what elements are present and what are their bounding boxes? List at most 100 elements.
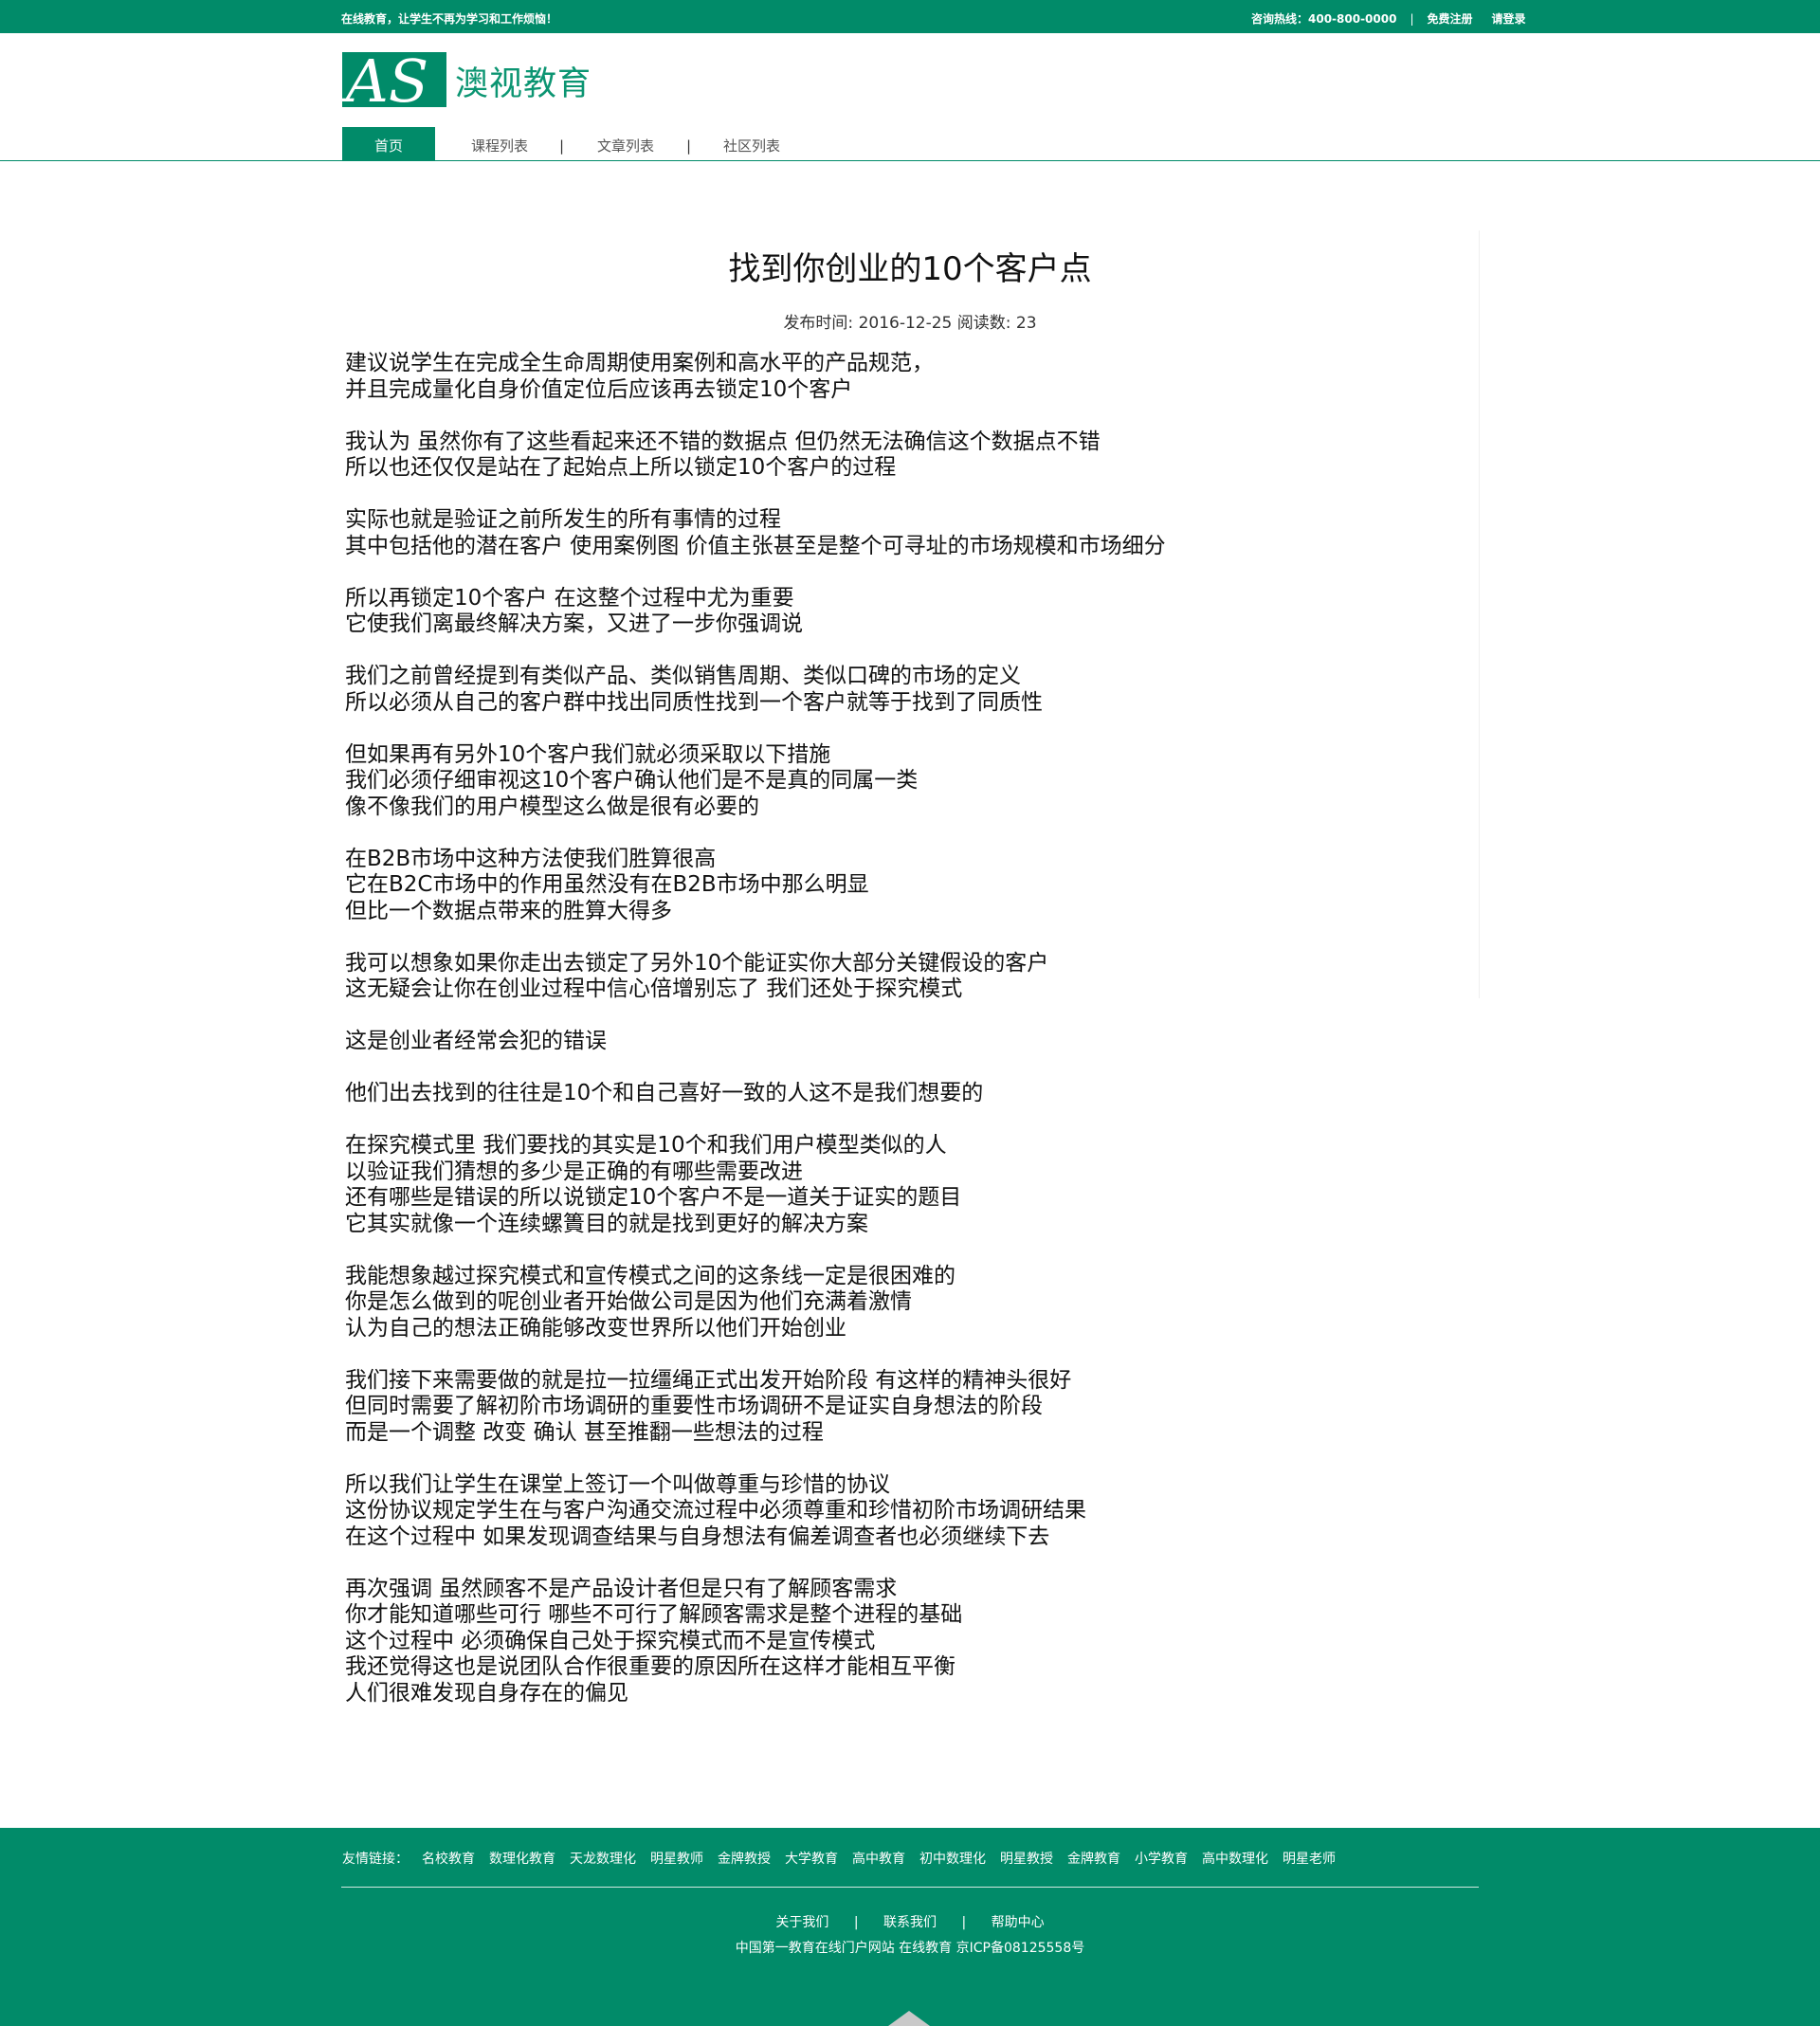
article-line: 在探究模式里 我们要找的其实是10个和我们用户模型类似的人 [345,1133,947,1158]
article-line: 这是创业者经常会犯的错误 [345,1029,607,1053]
as-monogram-icon[interactable]: AS [342,52,446,107]
article-line: 我认为 虽然你有了这些看起来还不错的数据点 但仍然无法确信这个数据点不错 [345,429,1101,454]
hotline: 咨询热线：400-800-0000 [1251,12,1397,26]
friend-link[interactable]: 明星教授 [1000,1849,1053,1868]
footer: 友情链接： 名校教育 数理化教育 天龙数理化 明星教师 金牌教授 大学教育 高中教育 初中数理… [0,1828,1820,2026]
article-line: 但比一个数据点带来的胜算大得多 [345,898,672,923]
friend-link[interactable]: 明星教师 [650,1849,703,1868]
article-paragraph: 所以再锁定10个客户 在这整个过程中尤为重要 它使我们离最终解决方案，又进了一步你… [345,586,1473,638]
article-line: 我可以想象如果你走出去锁定了另外10个能证实你大部分关键假设的客户 [345,950,1049,976]
article-paragraph: 我认为 虽然你有了这些看起来还不错的数据点 但仍然无法确信这个数据点不错 所以也还… [345,429,1473,482]
article-line: 所以必须从自己的客户群中找出同质性找到一个客户就等于找到了同质性 [345,689,1043,715]
top-separator: | [1410,11,1414,26]
content-divider [1479,230,1480,998]
article-line: 这份协议规定学生在与客户沟通交流过程中必须尊重和珍惜初阶市场调研结果 [345,1498,1086,1523]
article-line: 你是怎么做到的呢创业者开始做公司是因为他们充满着激情 [345,1289,912,1314]
article-line: 建议说学生在完成全生命周期使用案例和高水平的产品规范， [345,351,934,375]
article-paragraph: 这是创业者经常会犯的错误 [345,1029,1473,1055]
friend-links-label: 友情链接： [342,1852,409,1867]
help-link[interactable]: 帮助中心 [992,1915,1045,1930]
article-line: 而是一个调整 改变 确认 甚至推翻一些想法的过程 [345,1419,824,1445]
register-link[interactable]: 免费注册 [1428,10,1473,27]
article-paragraph: 我可以想象如果你走出去锁定了另外10个能证实你大部分关键假设的客户 这无疑会让你在… [345,951,1473,1003]
friend-link[interactable]: 高中教育 [852,1849,905,1868]
friend-link[interactable]: 金牌教授 [718,1849,771,1868]
article-paragraph: 我们之前曾经提到有类似产品、类似销售周期、类似口碑的市场的定义 所以必须从自己的客… [345,664,1473,716]
article-line: 这无疑会让你在创业过程中信心倍增别忘了 我们还处于探究模式 [345,976,963,1001]
site-slogan: 在线教育，让学生不再为学习和工作烦恼！ [341,12,558,26]
friend-links: 友情链接： 名校教育 数理化教育 天龙数理化 明星教师 金牌教授 大学教育 高中教育 初中数理… [342,1849,1350,1868]
contact-link[interactable]: 联系我们 [883,1915,937,1930]
article-line: 我们之前曾经提到有类似产品、类似销售周期、类似口碑的市场的定义 [345,664,1021,688]
article-line: 但如果再有另外10个客户我们就必须采取以下措施 [345,741,831,767]
nav-divider: | [686,137,692,155]
article-line: 认为自己的想法正确能够改变世界所以他们开始创业 [345,1315,846,1341]
article-line: 所以也还仅仅是站在了起始点上所以锁定10个客户的过程 [345,455,897,480]
article-paragraph: 在探究模式里 我们要找的其实是10个和我们用户模型类似的人 以验证我们猜想的多少是… [345,1133,1473,1237]
article-line: 它在B2C市场中的作用虽然没有在B2B市场中那么明显 [345,872,869,897]
article-paragraph: 我们接下来需要做的就是拉一拉缰绳正式出发开始阶段 有这样的精神头很好 但同时需要了… [345,1368,1473,1447]
top-bar: 在线教育，让学生不再为学习和工作烦恼！ 咨询热线：400-800-0000 | … [0,0,1820,33]
footer-separator: | [961,1915,967,1930]
article-line: 所以再锁定10个客户 在这整个过程中尤为重要 [345,585,794,611]
article-paragraph: 再次强调 虽然顾客不是产品设计者但是只有了解顾客需求 你才能知道哪些可行 哪些不可… [345,1577,1473,1707]
friend-link[interactable]: 大学教育 [785,1849,838,1868]
article-paragraph: 建议说学生在完成全生命周期使用案例和高水平的产品规范， 并且完成量化自身价值定位后… [345,351,1473,403]
article-paragraph: 在B2B市场中这种方法使我们胜算很高 它在B2C市场中的作用虽然没有在B2B市场中… [345,847,1473,925]
main-nav: 首页 课程列表 | 文章列表 | 社区列表 [0,127,1820,161]
footer-divider [341,1887,1479,1888]
friend-link[interactable]: 天龙数理化 [570,1849,636,1868]
article-line: 还有哪些是错误的所以说锁定10个客户不是一道关于证实的题目 [345,1185,962,1210]
article-line: 我还觉得这也是说团队合作很重要的原因所在这样才能相互平衡 [345,1654,956,1679]
login-link[interactable]: 请登录 [1492,10,1526,27]
article-line: 所以我们让学生在课堂上签订一个叫做尊重与珍惜的协议 [345,1471,890,1497]
nav-courses[interactable]: 课程列表 [466,127,533,160]
article-line: 这个过程中 必须确保自己处于探究模式而不是宣传模式 [345,1628,876,1653]
article-line: 我们接下来需要做的就是拉一拉缰绳正式出发开始阶段 有这样的精神头很好 [345,1367,1072,1393]
article-meta: 发布时间: 2016-12-25 阅读数: 23 [783,314,1037,333]
article-line: 你才能知道哪些可行 哪些不可行了解顾客需求是整个进程的基础 [345,1602,963,1627]
friend-link[interactable]: 金牌教育 [1067,1849,1120,1868]
article-title: 找到你创业的10个客户点 [728,250,1092,288]
logo-name: 澳视教育 [455,65,592,103]
nav-community[interactable]: 社区列表 [719,127,785,160]
triangle-up-icon[interactable] [888,2011,930,2026]
article-paragraph: 所以我们让学生在课堂上签订一个叫做尊重与珍惜的协议 这份协议规定学生在与客户沟通交… [345,1472,1473,1551]
nav-divider: | [559,137,565,155]
friend-link[interactable]: 名校教育 [422,1849,475,1868]
article-line: 我们必须仔细审视这10个客户确认他们是不是真的同属一类 [345,768,919,793]
article-line: 我能想象越过探究模式和宣传模式之间的这条线一定是很困难的 [345,1263,956,1288]
article-line: 他们出去找到的往往是10个和自己喜好一致的人这不是我们想要的 [345,1081,984,1105]
logo-mark-svg: AS [342,52,428,107]
article-line: 人们很难发现自身存在的偏见 [345,1680,628,1706]
article-line: 它其实就像一个连续螺簣目的就是找到更好的解决方案 [345,1211,868,1236]
nav-home[interactable]: 首页 [342,127,435,160]
article-line: 在这个过程中 如果发现调查结果与自身想法有偏差调查者也必须继续下去 [345,1524,1050,1549]
friend-link[interactable]: 明星老师 [1283,1849,1336,1868]
article-line: 在B2B市场中这种方法使我们胜算很高 [345,846,717,871]
friend-link[interactable]: 高中数理化 [1202,1849,1268,1868]
article-line: 其中包括他的潜在客户 使用案例图 价值主张甚至是整个可寻址的市场规模和市场细分 [345,533,1166,558]
copyright: 中国第一教育在线门户网站 在线教育 京ICP备08125558号 [735,1941,1085,1956]
article-body: 建议说学生在完成全生命周期使用案例和高水平的产品规范， 并且完成量化自身价值定位后… [345,351,1473,1733]
article-line: 但同时需要了解初阶市场调研的重要性市场调研不是证实自身想法的阶段 [345,1394,1043,1418]
article-paragraph: 但如果再有另外10个客户我们就必须采取以下措施 我们必须仔细审视这10个客户确认他… [345,742,1473,821]
footer-separator: | [853,1915,859,1930]
top-bar-actions: 咨询热线：400-800-0000 | 免费注册 请登录 [1251,10,1526,27]
about-link[interactable]: 关于我们 [775,1915,828,1930]
friend-link[interactable]: 初中数理化 [919,1849,986,1868]
nav-articles[interactable]: 文章列表 [592,127,659,160]
article-line: 它使我们离最终解决方案，又进了一步你强调说 [345,611,803,636]
article-line: 实际也就是验证之前所发生的所有事情的过程 [345,507,781,532]
friend-link[interactable]: 数理化教育 [489,1849,555,1868]
article-line: 并且完成量化自身价值定位后应该再去锁定10个客户 [345,376,853,402]
article-line: 再次强调 虽然顾客不是产品设计者但是只有了解顾客需求 [345,1576,898,1601]
article-line: 像不像我们的用户模型这么做是很有必要的 [345,794,759,819]
footer-nav: 关于我们 | 联系我们 | 帮助中心 [0,1912,1820,1931]
article-paragraph: 他们出去找到的往往是10个和自己喜好一致的人这不是我们想要的 [345,1081,1473,1107]
article-line: 以验证我们猜想的多少是正确的有哪些需要改进 [345,1159,803,1184]
article-paragraph: 实际也就是验证之前所发生的所有事情的过程 其中包括他的潜在客户 使用案例图 价值主… [345,507,1473,559]
article-paragraph: 我能想象越过探究模式和宣传模式之间的这条线一定是很困难的 你是怎么做到的呢创业者开… [345,1264,1473,1342]
friend-link[interactable]: 小学教育 [1135,1849,1188,1868]
logo-mark-text: AS [342,52,428,107]
